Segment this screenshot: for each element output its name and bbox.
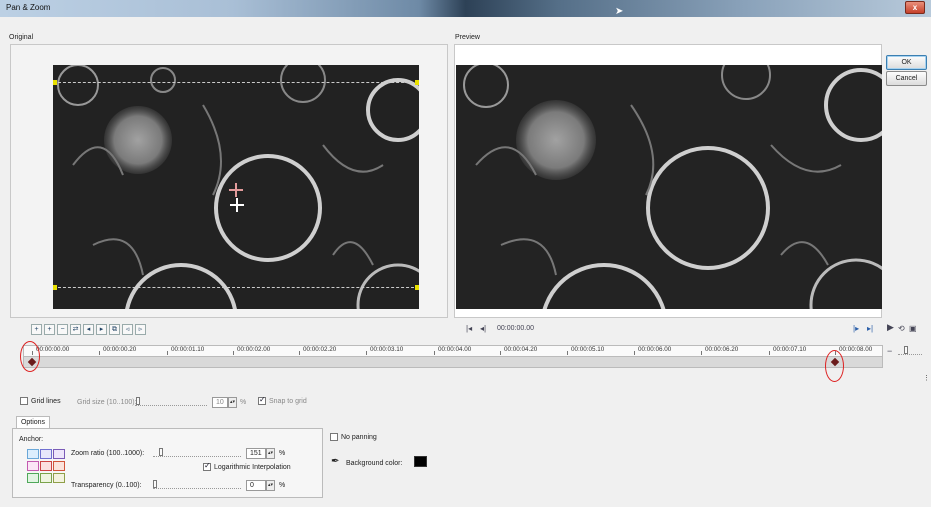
next-frame-icon[interactable]: |▸ bbox=[853, 324, 859, 333]
anchor-bottom-center[interactable] bbox=[40, 473, 52, 483]
mouse-cursor-icon: ➤ bbox=[615, 6, 624, 17]
original-image[interactable] bbox=[53, 65, 419, 309]
title-bar: Pan & Zoom x bbox=[0, 0, 931, 17]
highlight-circle-start bbox=[20, 341, 40, 372]
timeline-tick: 00:00:07.10 bbox=[773, 346, 807, 353]
no-panning-check-icon[interactable] bbox=[330, 433, 338, 441]
zoom-ratio-input[interactable]: 151 bbox=[246, 448, 266, 459]
snap-check-icon[interactable] bbox=[258, 395, 266, 405]
cancel-button[interactable]: Cancel bbox=[886, 71, 927, 86]
grid-size-slider[interactable] bbox=[135, 397, 207, 406]
timeline-tick: 00:00:08.00 bbox=[839, 346, 873, 353]
anchor-center[interactable] bbox=[40, 461, 52, 471]
flip-left-icon[interactable]: ◃ bbox=[122, 324, 133, 335]
window-title: Pan & Zoom bbox=[6, 3, 51, 12]
move-left-icon[interactable]: ◂ bbox=[83, 324, 94, 335]
timeline-zoom-slider[interactable] bbox=[898, 346, 922, 355]
original-label: Original bbox=[9, 34, 34, 41]
anchor-top-right[interactable] bbox=[53, 449, 65, 459]
timeline-tick: 00:00:00.00 bbox=[36, 346, 70, 353]
timeline-tick: 00:00:05.10 bbox=[571, 346, 605, 353]
loop-icon[interactable]: ⟲ bbox=[898, 324, 905, 333]
keyframe-track[interactable] bbox=[24, 356, 882, 367]
go-to-end-icon[interactable]: ▸| bbox=[867, 324, 873, 333]
ok-button[interactable]: OK bbox=[886, 55, 927, 70]
zoom-ratio-slider[interactable] bbox=[153, 448, 241, 457]
timeline-tick: 00:00:02.20 bbox=[303, 346, 337, 353]
snap-to-grid-label: Snap to grid bbox=[269, 397, 307, 405]
grid-lines-label: Grid lines bbox=[31, 397, 61, 405]
transparency-unit: % bbox=[279, 482, 286, 489]
anchor-label: Anchor: bbox=[19, 436, 44, 443]
play-icon[interactable]: ▶ bbox=[887, 322, 894, 333]
anchor-middle-left[interactable] bbox=[27, 461, 39, 471]
snap-to-grid-checkbox[interactable]: Snap to grid bbox=[258, 395, 307, 405]
options-group: Anchor: Zoom ratio (100..1000): 151 ▴▾ %… bbox=[12, 428, 323, 498]
go-to-start-icon[interactable]: |◂ bbox=[466, 324, 472, 333]
grid-size-input[interactable]: 10 bbox=[212, 397, 228, 408]
reverse-icon[interactable]: ⇄ bbox=[70, 324, 81, 335]
timeline-tick: 00:00:01.10 bbox=[171, 346, 205, 353]
selection-handle-bottom-right[interactable] bbox=[415, 285, 419, 290]
logarithmic-interpolation-checkbox[interactable]: Logarithmic Interpolation bbox=[203, 461, 291, 471]
grid-lines-check-icon[interactable] bbox=[20, 397, 28, 405]
no-panning-checkbox[interactable]: No panning bbox=[330, 433, 377, 441]
zoom-ratio-spin-icon[interactable]: ▴▾ bbox=[266, 448, 275, 459]
flip-right-icon[interactable]: ▹ bbox=[135, 324, 146, 335]
previous-frame-icon[interactable]: ◂| bbox=[480, 324, 486, 333]
transparency-label: Transparency (0..100): bbox=[71, 482, 142, 489]
no-panning-label: No panning bbox=[341, 433, 377, 441]
zoom-ratio-label: Zoom ratio (100..1000): bbox=[71, 450, 145, 457]
zoom-out-icon[interactable]: − bbox=[887, 346, 892, 356]
resize-grip-icon[interactable]: ⋮ bbox=[923, 374, 930, 382]
transparency-slider[interactable] bbox=[153, 480, 241, 489]
eyedropper-icon[interactable]: ✒ bbox=[331, 456, 339, 467]
timeline-tick: 00:00:06.20 bbox=[705, 346, 739, 353]
transparency-spin-icon[interactable]: ▴▾ bbox=[266, 480, 275, 491]
anchor-middle-right[interactable] bbox=[53, 461, 65, 471]
selection-handle-top-left[interactable] bbox=[53, 80, 57, 85]
grid-size-label: Grid size (10..100): bbox=[77, 399, 137, 406]
timeline-tick: 00:00:04.20 bbox=[504, 346, 538, 353]
duplicate-keyframe-icon[interactable]: ⧉ bbox=[109, 324, 120, 335]
anchor-bottom-left[interactable] bbox=[27, 473, 39, 483]
zoom-selection-rectangle[interactable] bbox=[53, 82, 419, 288]
background-color-label: Background color: bbox=[346, 460, 403, 467]
timeline-tick: 00:00:06.00 bbox=[638, 346, 672, 353]
timeline[interactable]: 00:00:00.00 00:00:00.20 00:00:01.10 00:0… bbox=[23, 345, 883, 368]
grid-size-spin-icon[interactable]: ▴▾ bbox=[228, 397, 237, 408]
remove-keyframe-icon[interactable]: − bbox=[57, 324, 68, 335]
move-right-icon[interactable]: ▸ bbox=[96, 324, 107, 335]
background-color-swatch[interactable] bbox=[414, 456, 427, 467]
grid-size-unit: % bbox=[240, 399, 247, 406]
close-button[interactable]: x bbox=[905, 1, 925, 14]
preview-image-art bbox=[456, 65, 882, 309]
timeline-tick: 00:00:00.20 bbox=[103, 346, 137, 353]
anchor-bottom-right[interactable] bbox=[53, 473, 65, 483]
zoom-ratio-unit: % bbox=[279, 450, 286, 457]
selection-handle-bottom-left[interactable] bbox=[53, 285, 57, 290]
add-keyframe-icon[interactable]: + bbox=[31, 324, 42, 335]
preview-panel bbox=[454, 44, 882, 318]
preview-image bbox=[456, 65, 882, 309]
preview-window-icon[interactable]: ▣ bbox=[909, 324, 917, 333]
current-time: 00:00:00.00 bbox=[497, 325, 534, 332]
original-panel bbox=[10, 44, 448, 318]
timeline-tick: 00:00:02.00 bbox=[237, 346, 271, 353]
log-check-icon[interactable] bbox=[203, 461, 211, 471]
timeline-tick: 00:00:04.00 bbox=[438, 346, 472, 353]
insert-keyframe-icon[interactable]: + bbox=[44, 324, 55, 335]
highlight-circle-end bbox=[825, 350, 844, 382]
pan-zoom-window: Pan & Zoom x ➤ Original Preview OK Cance… bbox=[0, 0, 931, 507]
tab-options[interactable]: Options bbox=[16, 416, 50, 428]
selection-handle-top-right[interactable] bbox=[415, 80, 419, 85]
logarithmic-interpolation-label: Logarithmic Interpolation bbox=[214, 463, 291, 471]
anchor-top-left[interactable] bbox=[27, 449, 39, 459]
anchor-top-center[interactable] bbox=[40, 449, 52, 459]
transparency-input[interactable]: 0 bbox=[246, 480, 266, 491]
grid-lines-checkbox[interactable]: Grid lines bbox=[20, 397, 61, 405]
preview-label: Preview bbox=[455, 34, 480, 41]
timeline-tick: 00:00:03.10 bbox=[370, 346, 404, 353]
